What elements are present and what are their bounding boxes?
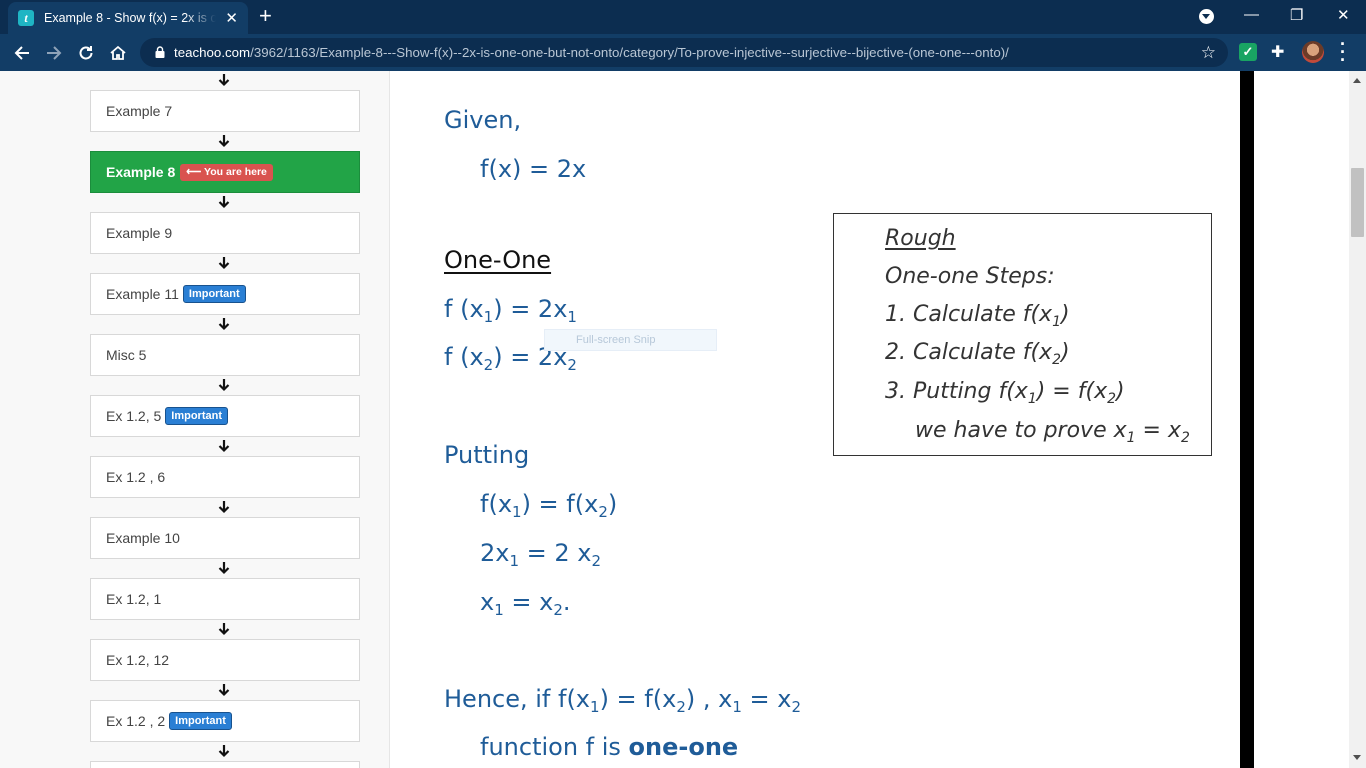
sidebar-item-misc-5[interactable]: Misc 5: [90, 334, 360, 376]
important-badge: Important: [165, 407, 228, 425]
sidebar-item-label: Ex 1.2 , 2: [106, 713, 166, 729]
sidebar-item-ex-1-2-6[interactable]: Ex 1.2 , 6: [90, 456, 360, 498]
url-text: teachoo.com/3962/1163/Example-8---Show-f…: [174, 45, 1009, 60]
forward-icon[interactable]: [41, 40, 67, 66]
browser-toolbar: teachoo.com/3962/1163/Example-8---Show-f…: [0, 34, 1366, 71]
web-page: Example 7 Example 8 ⟵ You are here Examp…: [0, 71, 1366, 768]
sidebar-item-label: Example 10: [106, 530, 180, 546]
scroll-up-arrow-icon[interactable]: [1353, 78, 1361, 83]
address-bar[interactable]: teachoo.com/3962/1163/Example-8---Show-f…: [140, 38, 1228, 67]
tab-title: Example 8 - Show f(x) = 2x is one one bu…: [44, 11, 216, 25]
extension-check-icon[interactable]: ✓: [1239, 43, 1257, 61]
arrow-down-icon: [218, 379, 230, 392]
putting-heading: Putting: [444, 441, 530, 469]
scrollbar-thumb[interactable]: [1351, 168, 1364, 237]
sidebar-item-next[interactable]: [90, 761, 360, 768]
important-badge: Important: [182, 285, 246, 303]
arrow-down-icon: [218, 318, 230, 331]
sidebar-item-label: Example 9: [106, 225, 173, 241]
equation-f-x1: f (x1) = 2x1: [444, 295, 577, 326]
sidebar-item-ex-1-2-2[interactable]: Ex 1.2 , 2 Important: [90, 700, 360, 742]
close-icon[interactable]: ✕: [1337, 6, 1350, 24]
putting-equation-3: x1 = x2.: [480, 588, 571, 619]
tab-close-icon[interactable]: ✕: [225, 11, 238, 26]
sidebar-item-example-7[interactable]: Example 7: [90, 90, 360, 132]
sidebar-item-label: Ex 1.2, 5: [106, 408, 162, 424]
rough-title: Rough: [885, 226, 956, 251]
tab-search-icon[interactable]: [1199, 9, 1214, 24]
arrow-down-icon: [218, 745, 230, 758]
rough-step-3: 3. Putting f(x1) = f(x2): [885, 379, 1125, 407]
arrow-down-icon: [218, 684, 230, 697]
arrow-down-icon: [218, 74, 230, 87]
arrow-down-icon: [218, 257, 230, 270]
scroll-down-arrow-icon[interactable]: [1353, 755, 1361, 760]
rough-step-2: 2. Calculate f(x2): [885, 340, 1070, 368]
sidebar-item-label: Ex 1.2 , 6: [106, 469, 166, 485]
sidebar-item-example-11[interactable]: Example 11 Important: [90, 273, 360, 315]
sidebar-item-label: Ex 1.2, 12: [106, 652, 170, 668]
reload-icon[interactable]: [73, 40, 99, 66]
rough-step-1: 1. Calculate f(x1): [885, 302, 1070, 330]
browser-titlebar: t Example 8 - Show f(x) = 2x is one one …: [0, 0, 1366, 34]
back-icon[interactable]: [9, 40, 35, 66]
arrow-down-icon: [218, 623, 230, 636]
putting-equation-1: f(x1) = f(x2): [480, 490, 618, 521]
important-badge: Important: [169, 712, 232, 730]
profile-avatar[interactable]: [1302, 41, 1324, 63]
browser-tab-active[interactable]: t Example 8 - Show f(x) = 2x is one one …: [8, 2, 248, 34]
arrow-down-icon: [218, 562, 230, 575]
home-icon[interactable]: [105, 40, 131, 66]
sidebar-item-label: Misc 5: [106, 347, 147, 363]
given-equation: f(x) = 2x: [480, 155, 587, 183]
new-tab-icon[interactable]: +: [259, 5, 272, 27]
teachoo-favicon: t: [18, 10, 34, 26]
screen-snip-overlay: Full-screen Snip: [544, 329, 717, 351]
you-are-here-badge: ⟵ You are here: [180, 163, 273, 181]
one-one-heading: One-One: [444, 246, 552, 274]
sidebar-item-example-10[interactable]: Example 10: [90, 517, 360, 559]
menu-icon[interactable]: · · ·: [1337, 35, 1349, 69]
arrow-down-icon: [218, 501, 230, 514]
sidebar-item-label: Ex 1.2, 1: [106, 591, 162, 607]
sidebar-item-ex-1-2-12[interactable]: Ex 1.2, 12: [90, 639, 360, 681]
sidebar-item-ex-1-2-1[interactable]: Ex 1.2, 1: [90, 578, 360, 620]
conclusion-statement: function f is one-one: [480, 733, 739, 761]
bookmark-star-icon[interactable]: ☆: [1201, 43, 1216, 63]
lock-icon: [155, 46, 165, 58]
rough-step-4: we have to prove x1 = x2: [915, 418, 1190, 446]
sidebar-item-ex-1-2-5[interactable]: Ex 1.2, 5 Important: [90, 395, 360, 437]
sidebar-item-label: Example 11: [106, 286, 179, 302]
given-heading: Given,: [444, 106, 522, 134]
sidebar-navigation: Example 7 Example 8 ⟵ You are here Examp…: [0, 71, 390, 768]
rough-steps-heading: One-one Steps:: [885, 264, 1055, 289]
arrow-down-icon: [218, 196, 230, 209]
arrow-down-icon: [218, 440, 230, 453]
sidebar-item-label: Example 8: [106, 164, 176, 180]
hence-statement: Hence, if f(x1) = f(x2) , x1 = x2: [444, 685, 801, 716]
rough-work-box: Rough One-one Steps: 1. Calculate f(x1) …: [833, 213, 1212, 456]
arrow-down-icon: [218, 135, 230, 148]
sidebar-item-example-9[interactable]: Example 9: [90, 212, 360, 254]
sidebar-item-label: Example 7: [106, 103, 173, 119]
extensions-puzzle-icon[interactable]: ✚: [1271, 42, 1284, 62]
solution-content: Given, f(x) = 2x One-One f (x1) = 2x1 f …: [396, 71, 1240, 768]
minimize-icon[interactable]: —: [1244, 6, 1259, 23]
putting-equation-2: 2x1 = 2 x2: [480, 539, 602, 570]
sidebar-item-example-8[interactable]: Example 8 ⟵ You are here: [90, 151, 360, 193]
content-divider-bar: [1240, 71, 1254, 768]
maximize-icon[interactable]: ❐: [1290, 6, 1303, 24]
